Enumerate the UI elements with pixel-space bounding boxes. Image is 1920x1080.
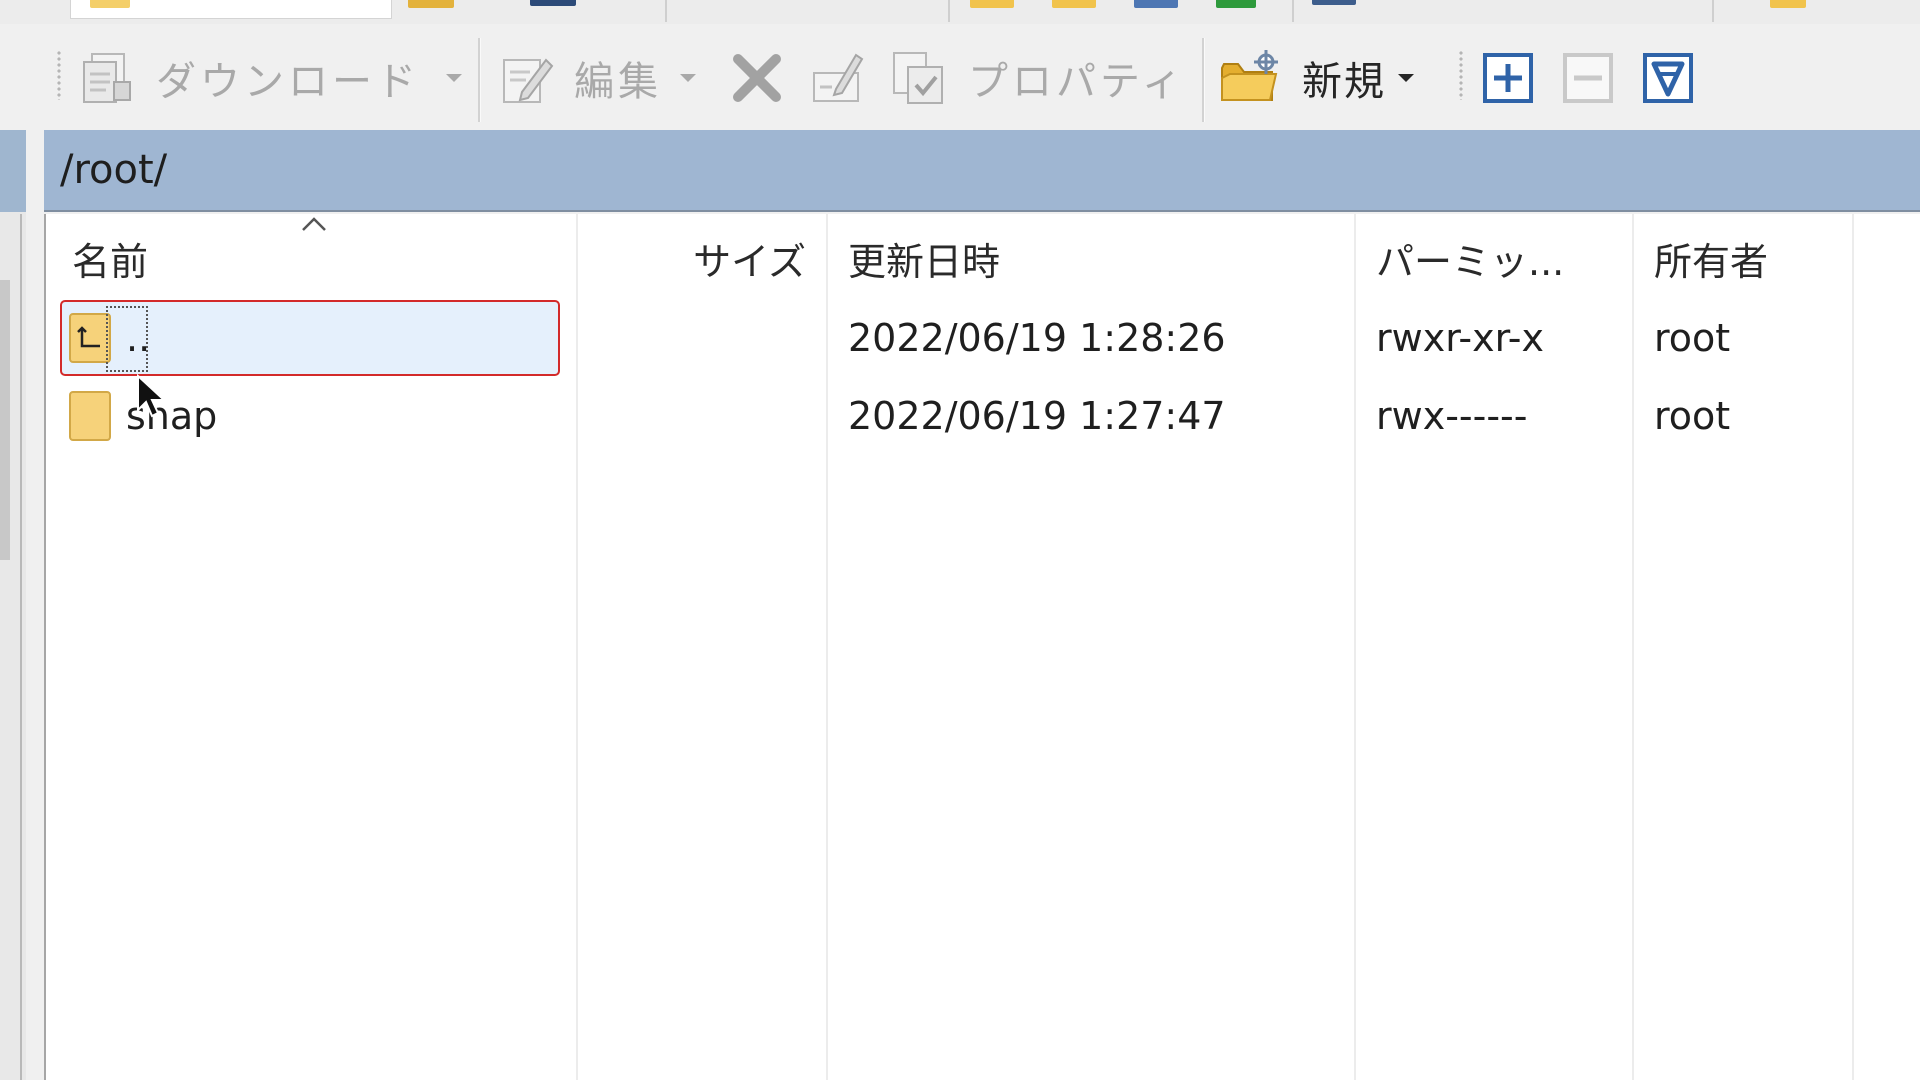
pane-splitter[interactable] [20,214,22,1080]
mouse-cursor-icon [137,374,167,418]
toolbar-separator [1712,0,1714,22]
toolbar-separator [948,0,950,22]
file-permissions-cell: rwx------ [1376,394,1528,438]
new-folder-icon [1221,50,1278,101]
file-modified-cell: 2022/06/19 1:27:47 [848,394,1226,438]
column-header-owner[interactable]: 所有者 [1634,214,1852,302]
toolbar-separator [1292,0,1294,22]
upper-toolbar-strip [0,0,1920,24]
toolbar-separator [665,0,667,22]
new-label: 新規 [1302,59,1386,105]
file-owner-cell: root [1654,316,1731,360]
edit-label: 編集 [574,59,662,105]
properties-label: プロパティ [968,59,1186,105]
edit-pencil-icon [503,58,554,103]
folder-up-icon[interactable] [970,0,1014,8]
folder-icon [69,391,111,441]
file-size-cell [578,300,804,376]
window-icon[interactable] [530,0,576,6]
delete-button[interactable] [730,48,784,108]
column-header-size-label: サイズ [693,239,806,284]
toolbar-separator [1202,38,1205,122]
filter-button[interactable] [1642,48,1694,108]
delete-x-icon [733,54,781,102]
focus-rectangle [106,306,148,372]
file-permissions-cell: rwxr-xr-x [1376,316,1544,360]
download-label: ダウンロード [156,59,420,105]
edit-dropdown-caret[interactable] [680,74,696,82]
toolbar-grip[interactable] [1458,50,1464,100]
current-path: /root/ [60,147,168,193]
column-header-name-label: 名前 [72,239,149,284]
properties-icon [893,52,943,104]
column-header-permissions[interactable]: パーミッ... [1356,214,1634,302]
toolbar-grip[interactable] [56,50,62,100]
select-files-button[interactable] [1482,48,1534,108]
file-owner-cell: root [1654,394,1731,438]
new-dropdown-caret[interactable] [1398,74,1414,82]
folder-icon[interactable] [90,0,130,8]
remote-toolbar: ダウンロード 編集 プロパティ 新規 [0,24,1920,130]
column-header-modified[interactable]: 更新日時 [828,214,1356,302]
unselect-files-button[interactable] [1562,48,1614,108]
local-pane-edge [0,130,26,1080]
column-header-owner-label: 所有者 [1654,239,1769,284]
file-manager-window: ダウンロード 編集 プロパティ 新規 /root/ 名前 サイズ 更新日時 パー… [0,0,1920,1080]
local-path-bar-edge [0,130,26,212]
bookmark-icon[interactable] [1770,0,1806,8]
plus-icon [1483,53,1533,103]
folder-open-icon[interactable] [408,0,454,8]
local-scrollbar[interactable] [0,280,10,560]
edit-button[interactable]: 編集 [500,48,696,108]
file-modified-cell: 2022/06/19 1:28:26 [848,316,1226,360]
file-row-parent[interactable]: .. 2022/06/19 1:28:26 rwxr-xr-x root [46,300,1920,376]
sort-ascending-icon [302,217,326,231]
minus-icon [1563,53,1613,103]
rename-button[interactable] [810,48,868,108]
remote-path-bar[interactable]: /root/ [44,130,1920,212]
column-header-modified-label: 更新日時 [848,239,1001,284]
new-button[interactable]: 新規 [1220,48,1414,108]
download-document-icon [83,53,131,103]
rename-icon [813,53,864,102]
home-icon[interactable] [1134,0,1178,8]
folder-root-icon[interactable] [1052,0,1096,8]
column-header-size[interactable]: サイズ [578,214,828,302]
file-row-snap[interactable]: snap 2022/06/19 1:27:47 rwx------ root [46,378,1920,454]
file-size-cell [578,378,804,454]
properties-button[interactable]: プロパティ [890,48,1186,108]
download-dropdown-caret[interactable] [446,74,462,82]
column-header-permissions-label: パーミッ... [1376,239,1565,284]
download-button[interactable]: ダウンロード [80,48,462,108]
remote-file-list[interactable]: 名前 サイズ 更新日時 パーミッ... 所有者 .. 2022/06/19 1:… [44,214,1920,1080]
toolbar-separator [478,38,481,122]
find-icon[interactable] [1312,0,1356,5]
refresh-icon[interactable] [1216,0,1256,8]
filter-icon [1643,53,1693,103]
